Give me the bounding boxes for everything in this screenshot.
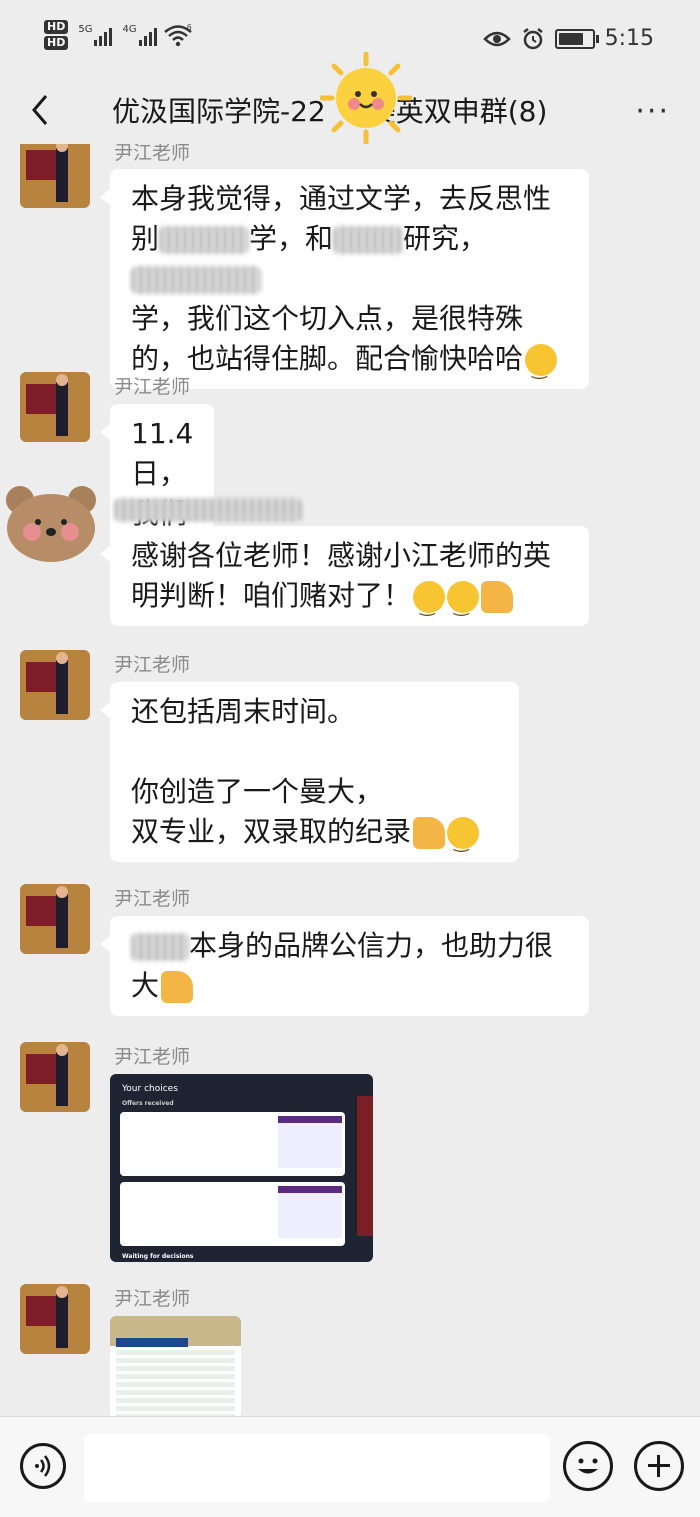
avatar[interactable] (20, 144, 90, 208)
chat-title-text: 优汲国际学院-22 (112, 95, 326, 128)
image-message[interactable]: Your choices Offers received Waiting for… (110, 1074, 373, 1262)
avatar[interactable] (20, 884, 90, 954)
bear-avatar[interactable] (2, 484, 100, 564)
status-left: HD HD 5G 4G 6 (44, 20, 193, 50)
sender-name: 尹江老师 (114, 376, 191, 398)
image-footer: Waiting for decisions (122, 1253, 194, 1260)
wifi-icon: 6 (163, 23, 192, 47)
avatar[interactable] (20, 650, 90, 720)
back-arrow-icon[interactable] (22, 90, 62, 130)
avatar[interactable] (20, 372, 90, 442)
victory-hand-emoji-icon (413, 817, 446, 849)
network-label: 5G (78, 24, 93, 35)
status-right: 5:15 (482, 26, 654, 51)
emoji-picker-icon[interactable] (563, 1441, 613, 1491)
message-text: 学，和 (249, 222, 334, 255)
offer-card (120, 1182, 345, 1246)
redacted-sender (114, 498, 302, 522)
image-heading: Your choices (122, 1084, 178, 1094)
smile-emoji-icon (413, 581, 446, 627)
message-text: 本身的品牌公信力，也助力很 大 (131, 929, 554, 1002)
network-label: 4G (122, 24, 137, 35)
offer-card (120, 1112, 345, 1176)
alarm-icon (522, 27, 543, 49)
hd-badge: HD (44, 20, 69, 34)
redacted-text (131, 933, 189, 961)
smile-emoji-icon (447, 817, 480, 863)
hd-indicators: HD HD (44, 20, 69, 50)
signal-icon: 5G (78, 24, 113, 46)
chat-history[interactable]: 尹江老师 本身我觉得，通过文学，去反思性 别学，和 研究， 学，我们这个切入点，是… (0, 144, 700, 1416)
sender-name: 尹江老师 (114, 144, 191, 164)
message-input[interactable] (84, 1434, 550, 1502)
image-side-panel (357, 1096, 373, 1236)
sender-name: 尹江老师 (114, 888, 191, 910)
message-text: 研究， (403, 222, 488, 255)
message-bubble[interactable]: 还包括周末时间。 你创造了一个曼大， 双专业，双录取的纪录 (100, 682, 519, 863)
thumbs-up-emoji-icon (161, 971, 194, 1003)
offer-screenshot: Your choices Offers received Waiting for… (110, 1074, 373, 1262)
battery-icon (554, 28, 599, 49)
redacted-text (333, 226, 404, 254)
sender-name: 尹江老师 (114, 1288, 191, 1310)
hd-badge: HD (44, 36, 69, 50)
message-bubble[interactable]: 感谢各位老师！感谢小江老师的英 明判断！咱们赌对了！ (100, 526, 589, 627)
sender-name: 尹江老师 (114, 1046, 191, 1068)
clock: 5:15 (604, 26, 654, 51)
smile-emoji-icon (447, 581, 480, 627)
sender-name: 尹江老师 (114, 654, 191, 676)
redacted-text (159, 226, 250, 254)
avatar[interactable] (20, 1284, 90, 1354)
svg-text:6: 6 (187, 23, 192, 32)
image-subheading: Offers received (122, 1100, 174, 1107)
voice-input-icon[interactable] (20, 1443, 66, 1489)
input-bar (0, 1416, 700, 1517)
more-options-icon[interactable]: ··· (635, 94, 670, 129)
sun-sticker-icon (320, 52, 412, 144)
message-text: 还包括周末时间。 你创造了一个曼大， 双专业，双录取的纪录 (131, 695, 412, 848)
ranking-table-image (110, 1316, 241, 1416)
message-bubble[interactable]: 本身我觉得，通过文学，去反思性 别学，和 研究， 学，我们这个切入点，是很特殊 的… (100, 169, 589, 390)
eye-icon (482, 31, 511, 46)
add-attachment-icon[interactable] (634, 1441, 684, 1491)
message-text: 学，我们这个切入点，是很特殊 的，也站得住脚。配合愉快哈哈 (131, 302, 524, 375)
image-message[interactable] (110, 1316, 241, 1416)
message-bubble[interactable]: 本身的品牌公信力，也助力很 大 (100, 916, 589, 1016)
ok-hand-emoji-icon (481, 581, 514, 613)
signal-icon: 4G (122, 24, 157, 46)
avatar[interactable] (20, 1042, 90, 1112)
grin-emoji-icon (525, 344, 558, 390)
redacted-text (131, 266, 261, 294)
